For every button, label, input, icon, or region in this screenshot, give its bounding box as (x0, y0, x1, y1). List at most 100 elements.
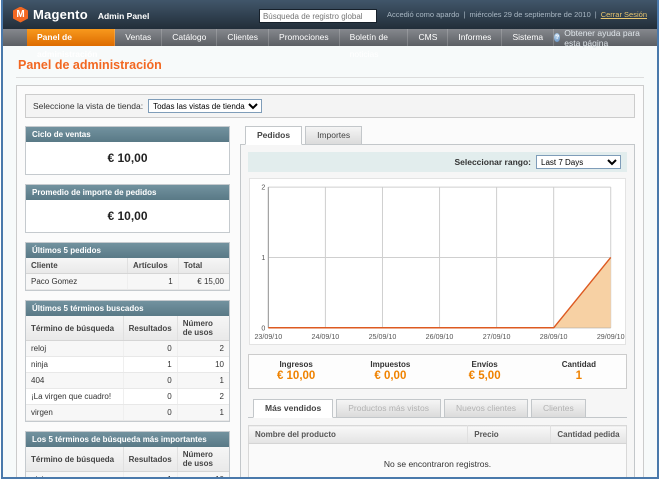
nav-item-cms[interactable]: CMS (408, 29, 448, 46)
nav-item-system[interactable]: Sistema (502, 29, 554, 46)
nav-item-customers[interactable]: Clientes (217, 29, 269, 46)
main-nav: Panel de administración Ventas Catálogo … (3, 29, 657, 46)
col-header: Término de búsqueda (26, 316, 123, 341)
tab-amounts[interactable]: Importes (305, 126, 362, 145)
store-view-select[interactable]: Todas las vistas de tienda (148, 99, 262, 113)
tab-orders[interactable]: Pedidos (245, 126, 302, 145)
stat-tax: Impuestos € 0,00 (343, 360, 437, 382)
stat-value: 1 (532, 370, 626, 382)
range-select[interactable]: Last 7 Days (536, 155, 621, 169)
col-header-price: Precio (468, 426, 551, 444)
header-bar: M Magento Admin Panel Accedió como apard… (3, 0, 657, 29)
nav-item-promotions[interactable]: Promociones (269, 29, 340, 46)
table-row[interactable]: reloj02 (26, 341, 229, 357)
help-globe-icon: ? (554, 33, 560, 42)
svg-text:0: 0 (261, 324, 265, 332)
stat-value: € 0,00 (343, 370, 437, 382)
totals-bar: Ingresos € 10,00 Impuestos € 0,00 Envíos… (248, 354, 627, 389)
last-search-terms-table: Término de búsqueda Resultados Número de… (26, 316, 229, 421)
svg-text:27/09/10: 27/09/10 (483, 333, 511, 341)
nav-item-dashboard[interactable]: Panel de administración (27, 29, 115, 46)
empty-records-message: No se encontraron registros. (249, 444, 627, 479)
stat-value: € 5,00 (438, 370, 532, 382)
cell-uses: 1 (177, 373, 229, 389)
stat-quantity: Cantidad 1 (532, 360, 626, 382)
lifetime-sales-value: € 10,00 (26, 142, 229, 174)
col-header: Resultados (123, 447, 177, 472)
cell-results: 0 (123, 405, 177, 421)
tab-new-customers[interactable]: Nuevos clientes (444, 399, 528, 418)
global-search-input[interactable] (259, 9, 377, 23)
cell-term: reloj (26, 341, 123, 357)
col-header: Resultados (123, 316, 177, 341)
cell-uses: 2 (177, 389, 229, 405)
cell-term: virgen (26, 405, 123, 421)
nav-item-sales[interactable]: Ventas (115, 29, 162, 46)
cell-uses: 10 (177, 472, 229, 480)
logged-in-as: Accedió como apardo (387, 10, 460, 19)
stat-shipping: Envíos € 5,00 (438, 360, 532, 382)
magento-logo: M Magento Admin Panel (13, 7, 149, 23)
col-header: Artículos (128, 258, 179, 274)
range-label: Seleccionar rango: (454, 157, 531, 167)
nav-item-newsletter[interactable]: Boletín de noticias (340, 29, 409, 46)
top-search-terms-box: Los 5 términos de búsqueda más important… (25, 431, 230, 479)
nav-item-reports[interactable]: Informes (448, 29, 502, 46)
tab-customers[interactable]: Clientes (531, 399, 586, 418)
col-header: Cliente (26, 258, 128, 274)
range-toolbar: Seleccionar rango: Last 7 Days (248, 152, 627, 172)
page-title: Panel de administración (16, 54, 644, 78)
table-row[interactable]: ninja110 (26, 357, 229, 373)
bestsellers-table: Nombre del producto Precio Cantidad pedi… (248, 425, 627, 479)
svg-text:2: 2 (261, 184, 265, 192)
last-orders-box: Últimos 5 pedidos Cliente Artículos Tota… (25, 242, 230, 291)
last-orders-title: Últimos 5 pedidos (26, 243, 229, 258)
col-header: Número de usos (177, 316, 229, 341)
dashboard-sidebar: Ciclo de ventas € 10,00 Promedio de impo… (25, 126, 230, 479)
lifetime-sales-box: Ciclo de ventas € 10,00 (25, 126, 230, 175)
stat-value: € 10,00 (249, 370, 343, 382)
orders-chart-container: 01223/09/1024/09/1025/09/1026/09/1027/09… (249, 178, 626, 345)
average-orders-box: Promedio de importe de pedidos € 10,00 (25, 184, 230, 233)
cell-items: 1 (128, 274, 179, 290)
col-header: Número de usos (177, 447, 229, 472)
tab-bestsellers[interactable]: Más vendidos (253, 399, 333, 418)
top-search-terms-table: Término de búsqueda Resultados Número de… (26, 447, 229, 479)
last-search-terms-title: Últimos 5 términos buscados (26, 301, 229, 316)
content-area: Panel de administración Seleccione la vi… (3, 46, 657, 479)
magento-logo-icon: M (13, 7, 28, 23)
nav-item-catalog[interactable]: Catálogo (162, 29, 217, 46)
dashboard-main: Pedidos Importes Seleccionar rango: Last… (240, 126, 635, 479)
logout-link[interactable]: Cerrar Sesión (601, 10, 647, 19)
help-link[interactable]: ? Obtener ayuda para esta página (554, 29, 657, 46)
help-label: Obtener ayuda para esta página (564, 28, 647, 48)
cell-uses: 10 (177, 357, 229, 373)
cell-term: 404 (26, 373, 123, 389)
table-row[interactable]: virgen01 (26, 405, 229, 421)
diagram-panel: Seleccionar rango: Last 7 Days 01223/09/… (240, 145, 635, 479)
table-row[interactable]: 40401 (26, 373, 229, 389)
cell-term: ¡La virgen que cuadro! (26, 389, 123, 405)
table-row[interactable]: Paco Gomez 1 € 15,00 (26, 274, 229, 290)
store-view-label: Seleccione la vista de tienda: (33, 101, 143, 111)
magento-admin-window: M Magento Admin Panel Accedió como apard… (1, 0, 659, 479)
table-row[interactable]: ninja110 (26, 472, 229, 480)
brand-name: Magento (33, 7, 88, 22)
stat-label: Envíos (438, 360, 532, 369)
cell-customer: Paco Gomez (26, 274, 128, 290)
svg-text:26/09/10: 26/09/10 (426, 333, 454, 341)
dashboard-container: Seleccione la vista de tienda: Todas las… (16, 85, 644, 479)
cell-results: 0 (123, 341, 177, 357)
diagram-tabs: Pedidos Importes (240, 126, 635, 145)
col-header-product: Nombre del producto (249, 426, 468, 444)
svg-text:29/09/10: 29/09/10 (597, 333, 625, 341)
lifetime-sales-title: Ciclo de ventas (26, 127, 229, 142)
tab-most-viewed[interactable]: Productos más vistos (336, 399, 441, 418)
grids-tabs: Más vendidos Productos más vistos Nuevos… (248, 399, 627, 418)
stat-label: Cantidad (532, 360, 626, 369)
col-header: Término de búsqueda (26, 447, 123, 472)
table-row[interactable]: ¡La virgen que cuadro!02 (26, 389, 229, 405)
cell-results: 1 (123, 472, 177, 480)
stat-label: Impuestos (343, 360, 437, 369)
col-header-qty: Cantidad pedida (551, 426, 627, 444)
